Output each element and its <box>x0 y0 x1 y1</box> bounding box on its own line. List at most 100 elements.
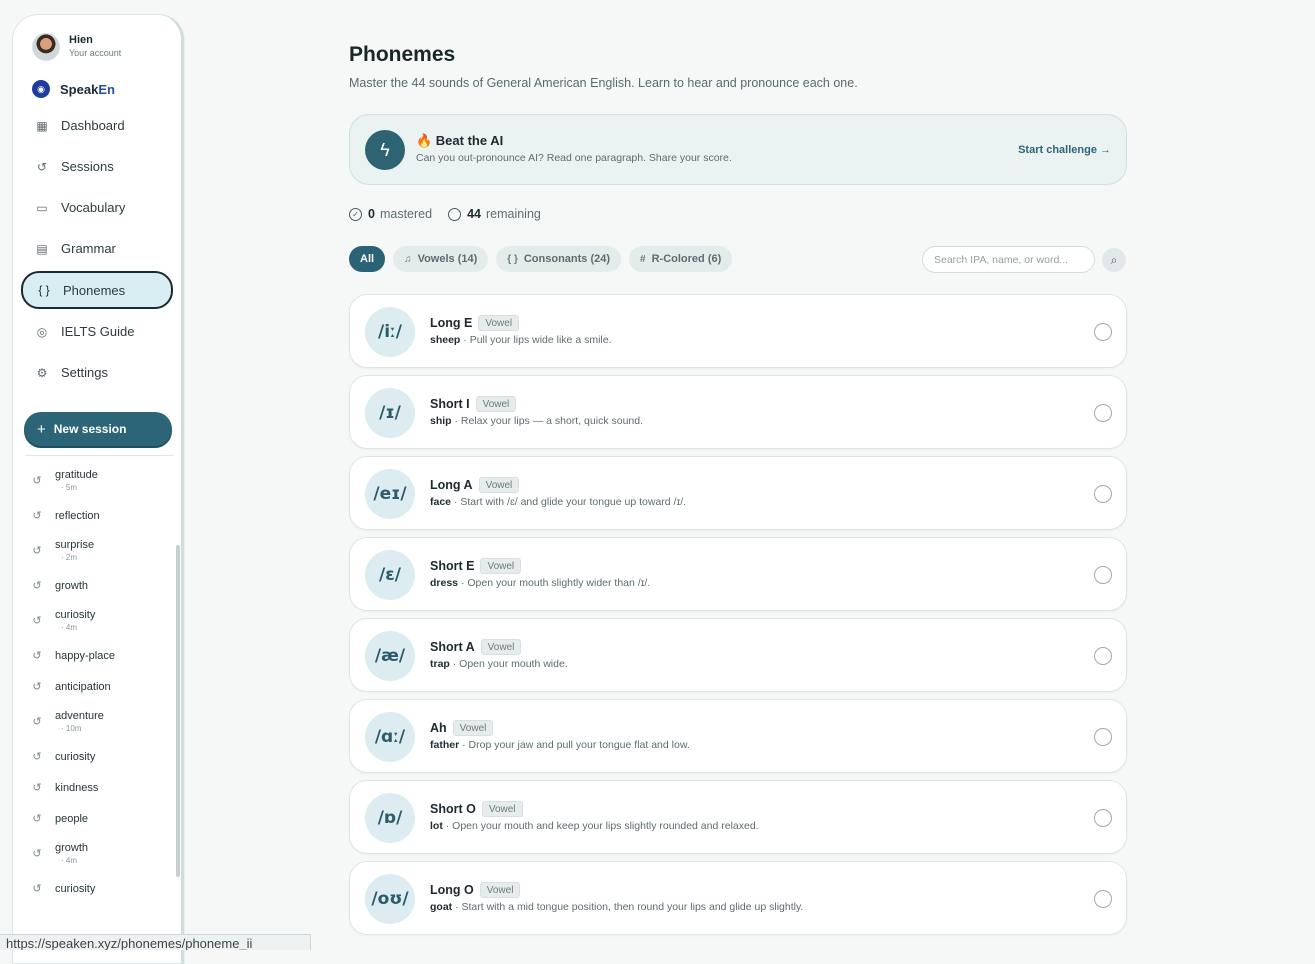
mastered-toggle[interactable] <box>1094 566 1112 584</box>
notebook-icon: ▤ <box>36 241 48 256</box>
check-circle-icon: ✓ <box>349 207 362 221</box>
history-icon: ↺ <box>32 510 42 522</box>
phoneme-name: Short O <box>430 802 476 816</box>
account-button[interactable]: Hien Your account <box>32 33 121 61</box>
mastered-toggle[interactable] <box>1094 809 1112 827</box>
phoneme-card[interactable]: /oʊ/ Long O Vowel goat · Start with a mid… <box>349 861 1127 935</box>
music-note-icon: ♫ <box>404 253 412 265</box>
filter-vowels[interactable]: ♫ Vowels (14) <box>393 246 489 272</box>
sidebar-item-ielts-guide[interactable]: ◎ IELTS Guide <box>21 311 173 352</box>
type-badge: Vowel <box>480 558 522 574</box>
history-item[interactable]: ↺ curiosity · 4m <box>27 601 177 640</box>
remaining-count: 44 <box>467 207 481 221</box>
start-challenge-link[interactable]: Start challenge → <box>1018 144 1111 156</box>
phoneme-name: Long E <box>430 316 473 330</box>
mastered-toggle[interactable] <box>1094 890 1112 908</box>
sidebar-item-dashboard[interactable]: ▦ Dashboard <box>21 105 173 146</box>
ipa-symbol: /ɪ/ <box>365 388 415 438</box>
history-item[interactable]: ↺ curiosity <box>27 873 177 904</box>
type-badge: Vowel <box>480 639 522 655</box>
phoneme-card[interactable]: /ɒ/ Short O Vowel lot · Open your mouth a… <box>349 780 1127 854</box>
brand[interactable]: ◉ SpeakEn <box>32 80 115 98</box>
ipa-symbol: /ɛ/ <box>365 550 415 600</box>
phoneme-card[interactable]: /ɛ/ Short E Vowel dress · Open your mouth… <box>349 537 1127 611</box>
mastered-toggle[interactable] <box>1094 647 1112 665</box>
history-item[interactable]: ↺ gratitude · 5m <box>27 461 177 500</box>
search-placeholder: Search IPA, name, or word... <box>934 253 1069 266</box>
phoneme-card[interactable]: /iː/ Long E Vowel sheep · Pull your lips … <box>349 294 1127 368</box>
mastered-toggle[interactable] <box>1094 728 1112 746</box>
mastered-toggle[interactable] <box>1094 404 1112 422</box>
phoneme-description: face · Start with /ɛ/ and glide your ton… <box>430 496 687 508</box>
phoneme-card[interactable]: /ɑː/ Ah Vowel father · Drop your jaw and … <box>349 699 1127 773</box>
sound-wave-icon: ◉ <box>32 80 50 98</box>
sidebar-item-grammar[interactable]: ▤ Grammar <box>21 228 173 269</box>
history-icon: ↺ <box>32 716 42 728</box>
status-bar-url: https://speaken.xyz/phonemes/phoneme_ii <box>0 934 311 950</box>
phoneme-list: /iː/ Long E Vowel sheep · Pull your lips … <box>349 294 1127 942</box>
history-icon: ↺ <box>32 681 42 693</box>
phoneme-description: sheep · Pull your lips wide like a smile… <box>430 334 612 346</box>
beat-the-ai-banner[interactable]: ϟ 🔥 Beat the AI Can you out-pronounce AI… <box>349 114 1127 185</box>
history-item[interactable]: ↺ people <box>27 803 177 834</box>
new-session-label: New session <box>53 422 127 436</box>
sidebar-item-label: Sessions <box>61 159 114 174</box>
type-badge: Vowel <box>478 477 520 493</box>
phoneme-name: Short I <box>430 397 470 411</box>
page-subtitle: Master the 44 sounds of General American… <box>349 76 858 90</box>
sidebar-nav: ▦ Dashboard ↺ Sessions ▭ Vocabulary ▤ Gr… <box>21 105 173 393</box>
phoneme-card[interactable]: /æ/ Short A Vowel trap · Open your mouth … <box>349 618 1127 692</box>
phoneme-name: Short E <box>430 559 475 573</box>
ipa-symbol: /ɑː/ <box>365 712 415 762</box>
type-badge: Vowel <box>481 801 523 817</box>
history-item[interactable]: ↺ growth <box>27 570 177 601</box>
sidebar-item-sessions[interactable]: ↺ Sessions <box>21 146 173 187</box>
sidebar-item-label: Settings <box>61 365 108 380</box>
remaining-label: remaining <box>485 207 541 221</box>
mastered-toggle[interactable] <box>1094 485 1112 503</box>
sidebar-item-label: Grammar <box>61 241 116 256</box>
filter-all[interactable]: All <box>349 246 386 272</box>
type-badge: Vowel <box>479 882 521 898</box>
sidebar-item-vocabulary[interactable]: ▭ Vocabulary <box>21 187 173 228</box>
filter-r-colored[interactable]: # R-Colored (6) <box>629 246 733 272</box>
history-item[interactable]: ↺ adventure · 10m <box>27 702 177 741</box>
history-item[interactable]: ↺ reflection <box>27 500 177 531</box>
phoneme-description: goat · Start with a mid tongue position,… <box>430 901 804 913</box>
history-icon: ↺ <box>32 848 42 860</box>
history-item[interactable]: ↺ curiosity <box>27 741 177 772</box>
circle-icon <box>448 207 462 221</box>
filter-label: R-Colored (6) <box>651 253 722 265</box>
history-icon: ↺ <box>32 615 42 627</box>
phoneme-card[interactable]: /ɪ/ Short I Vowel ship · Relax your lips … <box>349 375 1127 449</box>
sidebar-item-settings[interactable]: ⚙ Settings <box>21 352 173 393</box>
braces-icon: { } <box>38 283 50 297</box>
phoneme-card[interactable]: /eɪ/ Long A Vowel face · Start with /ɛ/ a… <box>349 456 1127 530</box>
history-label: curiosity <box>55 750 96 763</box>
sidebar-scrollbar[interactable] <box>176 545 180 877</box>
ipa-symbol: /eɪ/ <box>365 469 415 519</box>
brand-name: SpeakEn <box>60 81 115 97</box>
search-button[interactable]: ⌕ <box>1102 248 1126 272</box>
filter-label: Consonants (24) <box>523 253 611 265</box>
history-icon: ↺ <box>32 475 42 487</box>
history-item[interactable]: ↺ growth · 4m <box>27 834 177 873</box>
challenge-title: 🔥 Beat the AI <box>416 133 504 148</box>
history-item[interactable]: ↺ anticipation <box>27 671 177 702</box>
sidebar-item-label: Dashboard <box>61 118 125 133</box>
history-item[interactable]: ↺ surprise · 2m <box>27 531 177 570</box>
new-session-button[interactable]: + New session <box>24 412 172 446</box>
phoneme-description: ship · Relax your lips — a short, quick … <box>430 415 644 427</box>
history-icon: ↺ <box>32 580 42 592</box>
filter-consonants[interactable]: { } Consonants (24) <box>496 246 622 272</box>
sidebar-item-phonemes[interactable]: { } Phonemes <box>21 271 173 309</box>
history-label: reflection <box>55 509 100 522</box>
history-item[interactable]: ↺ happy-place <box>27 640 177 671</box>
phoneme-description: father · Drop your jaw and pull your ton… <box>430 739 690 751</box>
ipa-symbol: /iː/ <box>365 307 415 357</box>
avatar <box>32 33 60 61</box>
history-item[interactable]: ↺ kindness <box>27 772 177 803</box>
mastered-toggle[interactable] <box>1094 323 1112 341</box>
phoneme-description: trap · Open your mouth wide. <box>430 658 568 670</box>
search-input[interactable]: Search IPA, name, or word... <box>922 246 1095 273</box>
